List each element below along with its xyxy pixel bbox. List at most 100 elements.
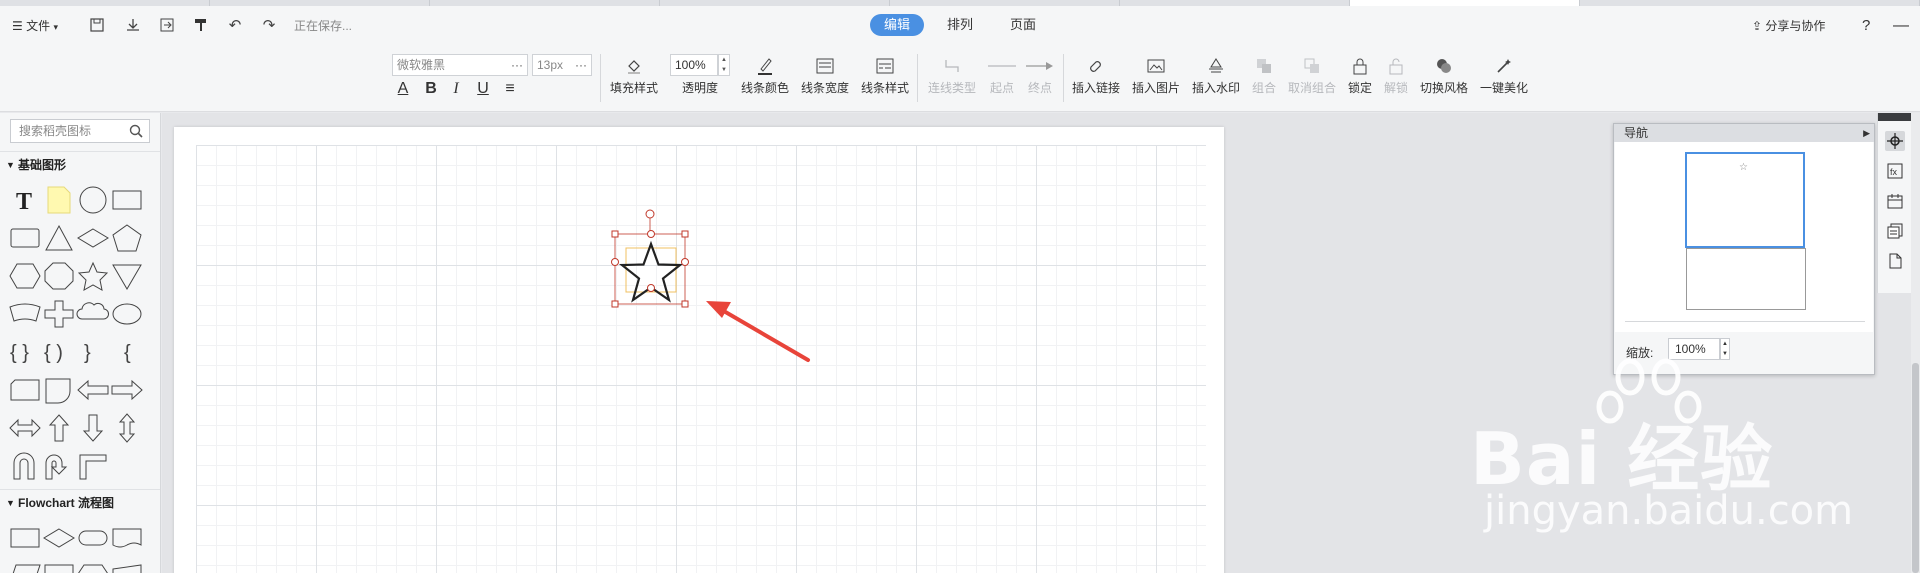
flow-process-shape[interactable]	[8, 523, 42, 553]
insert-image-label: 插入图片	[1131, 81, 1180, 95]
tab-edit[interactable]: 编辑	[870, 14, 924, 36]
up-down-arrow-shape[interactable]	[110, 413, 144, 443]
left-arrow-shape[interactable]	[76, 375, 110, 405]
pentagon-shape[interactable]	[110, 223, 144, 253]
flow-decision-shape[interactable]	[42, 523, 76, 553]
u-turn-arrow-shape[interactable]	[8, 451, 42, 481]
collapse-triangle-icon: ▼	[6, 160, 15, 170]
align-icon[interactable]: ≡	[501, 80, 519, 98]
cross-shape[interactable]	[42, 299, 76, 329]
inverted-triangle-shape[interactable]	[110, 261, 144, 291]
navigation-viewport[interactable]: ☆	[1685, 152, 1805, 248]
section-flowchart[interactable]: ▼ Flowchart 流程图	[0, 489, 160, 515]
navigation-divider	[1625, 321, 1865, 322]
save-icon[interactable]	[88, 16, 106, 34]
download-icon[interactable]	[124, 16, 142, 34]
flow-terminator-shape[interactable]	[76, 523, 110, 553]
page-icon[interactable]	[1885, 251, 1905, 271]
octagon-shape[interactable]	[42, 261, 76, 291]
svg-text:T: T	[16, 189, 32, 215]
rounded-rectangle-shape[interactable]	[8, 223, 42, 253]
font-color-icon[interactable]: A	[394, 80, 412, 98]
navigation-panel[interactable]: 导航 ▶ ☆ 缩放: 100% ▲ ▼	[1613, 123, 1875, 375]
text-shape[interactable]: T	[8, 185, 42, 215]
hexagon-shape[interactable]	[8, 261, 42, 291]
down-arrow-shape[interactable]	[76, 413, 110, 443]
undo-icon[interactable]: ↶	[226, 16, 244, 34]
star-shape[interactable]	[76, 261, 110, 291]
end-point-tool[interactable]: 终点	[1012, 52, 1068, 96]
calendar-icon[interactable]	[1885, 191, 1905, 211]
format-painter-icon[interactable]	[192, 16, 210, 34]
flow-data-shape[interactable]	[8, 559, 42, 573]
file-menu-label: 文件	[26, 19, 51, 33]
expand-right-icon[interactable]: ▶	[1863, 124, 1870, 142]
insert-link-tool[interactable]: 插入链接	[1068, 52, 1124, 96]
flow-predefined-shape[interactable]	[42, 559, 76, 573]
share-button[interactable]: ⇪ 分享与协作	[1752, 16, 1825, 36]
section-basic-shapes[interactable]: ▼ 基础图形	[0, 151, 160, 177]
bracket-pair-shape[interactable]: { )	[42, 337, 76, 367]
magic-wand-icon	[1476, 52, 1532, 80]
font-size-value: 13px	[537, 58, 564, 72]
export-icon[interactable]	[158, 16, 176, 34]
bold-icon[interactable]: B	[422, 80, 440, 98]
theme-icon	[1416, 52, 1472, 80]
round-corner-shape[interactable]	[42, 375, 76, 405]
formula-icon[interactable]: fx	[1885, 161, 1905, 181]
diamond-shape[interactable]	[76, 223, 110, 253]
pages-icon[interactable]	[1885, 221, 1905, 241]
navigation-preview[interactable]: ☆	[1615, 142, 1873, 332]
help-button[interactable]: ?	[1862, 16, 1870, 36]
search-icon[interactable]	[129, 124, 143, 138]
triangle-shape[interactable]	[42, 223, 76, 253]
cloud-shape[interactable]	[76, 299, 110, 329]
insert-image-tool[interactable]: 插入图片	[1128, 52, 1184, 96]
vertical-scrollbar[interactable]	[1911, 113, 1920, 573]
link-icon	[1068, 52, 1124, 80]
toolbar-divider	[917, 54, 918, 102]
navigation-panel-header[interactable]: 导航 ▶	[1614, 124, 1874, 142]
corner-shape[interactable]	[76, 451, 110, 481]
navigation-page-preview	[1686, 248, 1806, 310]
opacity-tool[interactable]: • 透明度	[672, 52, 728, 96]
line-style-tool[interactable]: 线条样式	[857, 52, 913, 96]
right-arrow-shape[interactable]	[110, 375, 144, 405]
underline-icon[interactable]: U	[474, 80, 492, 98]
fill-style-tool[interactable]: 填充样式	[606, 52, 662, 96]
switch-theme-tool[interactable]: 切换风格	[1416, 52, 1472, 96]
crosshair-icon[interactable]	[1885, 131, 1905, 151]
tab-page[interactable]: 页面	[1003, 14, 1043, 36]
line-width-tool[interactable]: 线条宽度	[797, 52, 853, 96]
brace-pair-shape[interactable]: { }	[8, 337, 42, 367]
beautify-tool[interactable]: 一键美化	[1476, 52, 1532, 96]
ellipse-shape[interactable]	[110, 299, 144, 329]
snip-rectangle-shape[interactable]	[8, 375, 42, 405]
u-turn-arrow-alt-shape[interactable]	[42, 451, 76, 481]
flow-manual-input-shape[interactable]	[110, 559, 144, 573]
rail-top-strip	[1878, 113, 1912, 121]
file-menu[interactable]: ☰ 文件 ▾	[12, 16, 58, 36]
right-brace-shape[interactable]: }	[76, 337, 110, 367]
diagram-page[interactable]	[174, 127, 1224, 573]
connector-type-tool[interactable]: 连线类型	[924, 52, 980, 96]
banner-shape[interactable]	[8, 299, 42, 329]
up-arrow-shape[interactable]	[42, 413, 76, 443]
italic-icon[interactable]: I	[447, 80, 465, 98]
redo-icon[interactable]: ↷	[260, 16, 278, 34]
scrollbar-thumb[interactable]	[1912, 363, 1919, 573]
font-family-select[interactable]: 微软雅黑 ···	[392, 54, 528, 76]
line-color-tool[interactable]: 线条颜色	[737, 52, 793, 96]
zoom-stepper[interactable]: ▲ ▼	[1720, 338, 1730, 360]
flow-preparation-shape[interactable]	[76, 559, 110, 573]
note-shape[interactable]	[42, 185, 76, 215]
left-right-arrow-shape[interactable]	[8, 413, 42, 443]
rectangle-shape[interactable]	[110, 185, 144, 215]
font-size-select[interactable]: 13px ···	[532, 54, 592, 76]
circle-shape[interactable]	[76, 185, 110, 215]
minimize-icon[interactable]: —	[1893, 16, 1909, 36]
shape-search-input[interactable]: 搜索稻壳图标	[10, 119, 150, 143]
left-brace-shape[interactable]: {	[110, 337, 144, 367]
tab-arrange[interactable]: 排列	[940, 14, 980, 36]
flow-document-shape[interactable]	[110, 523, 144, 553]
